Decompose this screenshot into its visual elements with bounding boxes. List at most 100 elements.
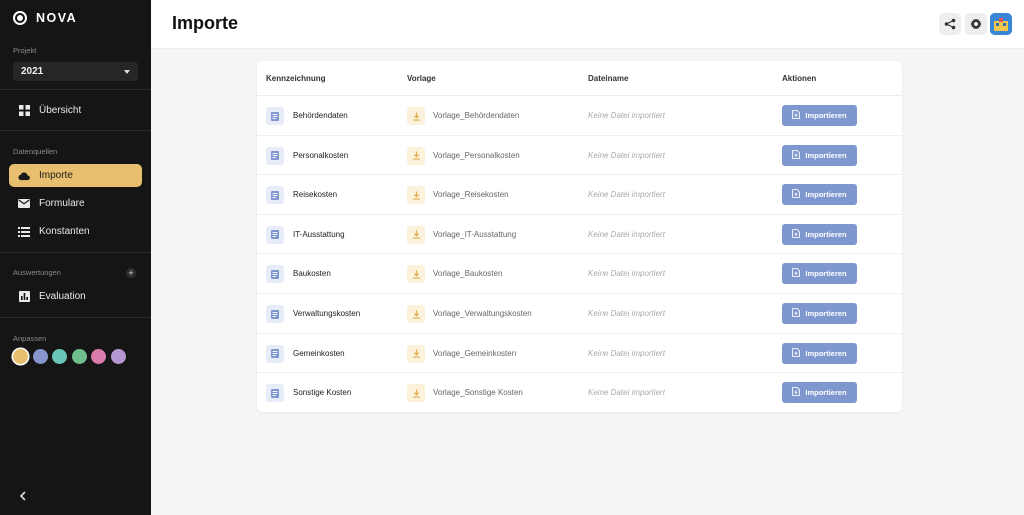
sidebar-item-label: Importe xyxy=(39,170,73,181)
table-header: Kennzeichnung Vorlage Dateiname Aktionen xyxy=(257,61,902,96)
row-label: Behördendaten xyxy=(293,111,348,120)
template-link[interactable]: Vorlage_Verwaltungskosten xyxy=(433,309,532,318)
download-template-icon[interactable] xyxy=(407,305,425,323)
sidebar-item-formulare[interactable]: Formulare xyxy=(9,192,142,215)
table-row: Personalkosten Vorlage_Personalkosten Kein… xyxy=(257,136,902,176)
gear-icon xyxy=(970,18,982,30)
row-label: Gemeinkosten xyxy=(293,348,345,358)
file-name: Keine Datei importiert xyxy=(588,150,665,160)
avatar[interactable] xyxy=(990,13,1012,35)
project-value: 2021 xyxy=(21,66,44,77)
table-row: Reisekosten Vorlage_Reisekosten Keine Date… xyxy=(257,175,902,215)
table-row: Behördendaten Vorlage_Behördendaten Keine … xyxy=(257,96,902,136)
import-button-label: Importieren xyxy=(805,388,847,398)
template-link[interactable]: Vorlage_IT-Ausstattung xyxy=(433,230,516,239)
color-swatch[interactable] xyxy=(110,349,126,364)
import-button[interactable]: Importieren xyxy=(782,105,857,126)
sidebar-item-label: Konstanten xyxy=(39,226,90,237)
dashboard-icon xyxy=(18,105,30,117)
table-row: Verwaltungskosten Vorlage_Verwaltungskost… xyxy=(257,294,902,334)
file-plus-icon xyxy=(792,268,801,279)
file-name: Keine Datei importiert xyxy=(588,309,665,318)
project-select[interactable]: 2021 xyxy=(13,62,138,81)
file-plus-icon xyxy=(792,149,801,161)
sidebar-item-label: Übersicht xyxy=(39,105,82,116)
settings-button[interactable] xyxy=(965,13,987,35)
sidebar: NOVA Projekt 2021 Übersicht Datenquellen… xyxy=(0,0,151,515)
brand[interactable]: NOVA xyxy=(13,11,77,25)
file-plus-icon xyxy=(792,110,801,121)
import-button[interactable]: Importieren xyxy=(782,263,857,285)
download-template-icon[interactable] xyxy=(407,384,425,403)
color-swatch[interactable] xyxy=(32,349,48,364)
color-swatch[interactable] xyxy=(91,349,106,364)
color-swatches xyxy=(13,349,126,364)
avatar-image-icon xyxy=(990,13,1012,35)
template-link[interactable]: Vorlage_Baukosten xyxy=(433,269,502,278)
template-link[interactable]: Vorlage_Personalkosten xyxy=(433,151,520,160)
import-button-label: Importieren xyxy=(805,229,847,239)
import-button[interactable]: Importieren xyxy=(782,303,857,324)
table-row: Gemeinkosten Vorlage_Gemeinkosten Keine Da… xyxy=(257,334,902,374)
sidebar-item-importe[interactable]: Importe xyxy=(9,164,142,187)
import-button-label: Importieren xyxy=(805,190,847,200)
sidebar-item-evaluation[interactable]: Evaluation xyxy=(9,285,142,308)
file-name: Keine Datei importiert xyxy=(588,269,665,279)
download-template-icon[interactable] xyxy=(407,265,425,284)
divider xyxy=(0,252,151,253)
template-link[interactable]: Vorlage_Sonstige Kosten xyxy=(433,388,523,397)
document-icon xyxy=(266,146,284,165)
collapse-sidebar-button[interactable] xyxy=(19,490,27,504)
imports-table: Kennzeichnung Vorlage Dateiname Aktionen… xyxy=(257,61,902,412)
download-template-icon[interactable] xyxy=(407,186,425,205)
download-template-icon[interactable] xyxy=(407,146,425,165)
import-button-label: Importieren xyxy=(805,269,847,279)
row-label: Sonstige Kosten xyxy=(293,388,352,398)
project-label: Projekt xyxy=(13,46,37,55)
sidebar-item-konstanten[interactable]: Konstanten xyxy=(9,220,142,243)
sidebar-item-overview[interactable]: Übersicht xyxy=(9,99,142,122)
document-icon xyxy=(266,384,284,403)
template-link[interactable]: Vorlage_Reisekosten xyxy=(433,190,509,199)
color-swatch[interactable] xyxy=(71,349,87,364)
divider xyxy=(0,130,151,131)
share-button[interactable] xyxy=(939,13,961,35)
template-link[interactable]: Vorlage_Gemeinkosten xyxy=(433,349,516,358)
color-swatch[interactable] xyxy=(13,349,28,364)
row-label: IT-Ausstattung xyxy=(293,229,345,239)
column-header: Dateiname xyxy=(588,74,629,83)
column-header: Vorlage xyxy=(407,74,436,83)
table-row: IT-Ausstattung Vorlage_IT-Ausstattung Kein… xyxy=(257,215,902,255)
document-icon xyxy=(266,225,284,244)
page-title: Importe xyxy=(172,13,239,33)
import-button[interactable]: Importieren xyxy=(782,382,857,404)
file-plus-icon xyxy=(792,308,801,319)
column-header: Aktionen xyxy=(782,74,817,83)
file-name: Keine Datei importiert xyxy=(588,229,665,239)
color-swatch[interactable] xyxy=(52,349,67,364)
app-name: NOVA xyxy=(36,11,78,25)
download-template-icon[interactable] xyxy=(407,344,425,363)
mail-icon xyxy=(18,198,30,210)
import-button[interactable]: Importieren xyxy=(782,223,857,245)
import-button-label: Importieren xyxy=(805,111,847,120)
table-row: Baukosten Vorlage_Baukosten Keine Datei im… xyxy=(257,254,902,294)
table-row: Sonstige Kosten Vorlage_Sonstige Kosten Ke… xyxy=(257,373,902,413)
share-icon xyxy=(944,18,956,30)
import-button[interactable]: Importieren xyxy=(782,184,857,206)
row-label: Verwaltungskosten xyxy=(293,309,361,318)
download-template-icon[interactable] xyxy=(407,107,425,125)
file-plus-icon xyxy=(792,387,801,398)
nova-logo-icon xyxy=(13,11,27,25)
add-evaluation-button[interactable]: + xyxy=(126,268,136,278)
file-name: Keine Datei importiert xyxy=(588,388,665,398)
document-icon xyxy=(266,305,284,323)
import-button[interactable]: Importieren xyxy=(782,342,857,364)
import-button[interactable]: Importieren xyxy=(782,144,857,166)
template-link[interactable]: Vorlage_Behördendaten xyxy=(433,111,519,120)
download-template-icon[interactable] xyxy=(407,225,425,244)
row-label: Reisekosten xyxy=(293,190,338,200)
document-icon xyxy=(266,186,284,205)
cloud-icon xyxy=(18,170,30,182)
file-plus-icon xyxy=(792,347,801,359)
